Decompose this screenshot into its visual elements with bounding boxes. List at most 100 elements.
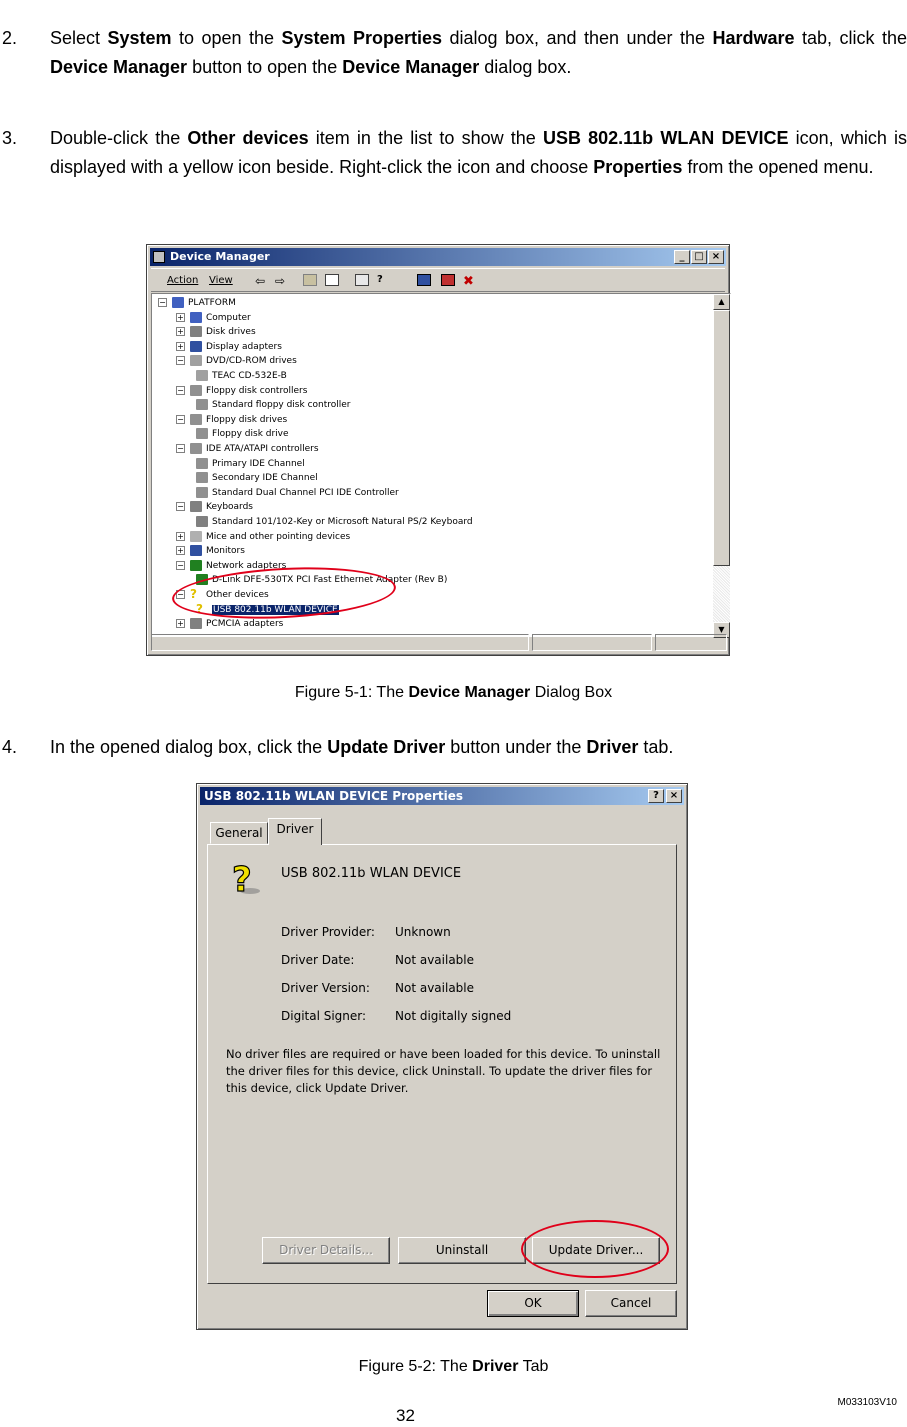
show-hide-tree-icon[interactable] bbox=[325, 274, 339, 286]
expand-icon[interactable]: + bbox=[176, 619, 185, 629]
tree-item[interactable]: − Floppy disk controllers bbox=[176, 384, 307, 398]
collapse-icon[interactable]: − bbox=[176, 414, 185, 424]
collapse-icon[interactable]: − bbox=[158, 298, 167, 307]
cancel-button[interactable]: Cancel bbox=[585, 1290, 677, 1317]
tree-item[interactable]: Secondary IDE Channel bbox=[196, 471, 318, 485]
properties-icon[interactable] bbox=[355, 274, 369, 286]
field-value: Not available bbox=[395, 981, 475, 995]
expand-icon[interactable]: + bbox=[176, 327, 185, 337]
back-arrow-icon[interactable]: ⇦ bbox=[255, 274, 269, 288]
uninstall-button[interactable]: Uninstall bbox=[398, 1237, 526, 1264]
caption-text: Figure 5-1: The bbox=[294, 684, 409, 701]
floppy-icon bbox=[196, 428, 208, 440]
unknown-device-icon: ? bbox=[228, 859, 262, 901]
help-button[interactable]: ? bbox=[648, 789, 664, 803]
status-pane bbox=[151, 634, 529, 651]
tree-item[interactable]: − PLATFORM bbox=[158, 296, 236, 310]
monitor-icon bbox=[190, 545, 202, 557]
message-line: this device, click Update Driver. bbox=[226, 1081, 409, 1095]
tree-item[interactable]: Standard Dual Channel PCI IDE Controller bbox=[196, 486, 399, 500]
field-label: Driver Version: bbox=[281, 981, 370, 995]
tree-item[interactable]: + Display adapters bbox=[176, 340, 282, 354]
figure-1-caption: Figure 5-1: The Device Manager Dialog Bo… bbox=[0, 684, 907, 702]
menu-view[interactable]: View bbox=[209, 275, 233, 286]
tree-item[interactable]: + Monitors bbox=[176, 544, 245, 558]
vertical-scrollbar[interactable]: ▲ ▼ bbox=[713, 294, 730, 638]
collapse-icon[interactable]: − bbox=[176, 560, 185, 570]
field-label: Driver Provider: bbox=[281, 925, 375, 939]
driver-tab-panel: ? USB 802.11b WLAN DEVICE Driver Provide… bbox=[207, 844, 677, 1284]
close-button[interactable]: × bbox=[708, 250, 724, 264]
cdrom-icon bbox=[190, 355, 202, 367]
tree-item-label: Secondary IDE Channel bbox=[212, 473, 318, 484]
scroll-up-arrow-icon[interactable]: ▲ bbox=[713, 294, 730, 310]
expand-icon[interactable]: + bbox=[176, 531, 185, 541]
controller-icon bbox=[196, 472, 208, 484]
document-code: M033103V10 bbox=[837, 1397, 898, 1408]
collapse-icon[interactable]: − bbox=[176, 502, 185, 512]
tree-item[interactable]: TEAC CD-532E-B bbox=[196, 369, 287, 383]
window-title: USB 802.11b WLAN DEVICE Properties bbox=[204, 789, 464, 803]
disk-icon bbox=[190, 326, 202, 338]
tree-item[interactable]: Floppy disk drive bbox=[196, 427, 289, 441]
collapse-icon[interactable]: − bbox=[176, 356, 185, 366]
device-name: USB 802.11b WLAN DEVICE bbox=[281, 866, 462, 881]
tree-item[interactable]: Standard 101/102-Key or Microsoft Natura… bbox=[196, 515, 473, 529]
caption-text: Tab bbox=[518, 1358, 549, 1375]
caption-bold: Device Manager bbox=[408, 684, 531, 701]
tree-item[interactable]: + Computer bbox=[176, 311, 251, 325]
controller-icon bbox=[196, 486, 208, 498]
network-icon bbox=[190, 559, 202, 571]
ok-button[interactable]: OK bbox=[487, 1290, 579, 1317]
tree-item[interactable]: − DVD/CD-ROM drives bbox=[176, 354, 297, 368]
collapse-icon[interactable]: − bbox=[176, 444, 185, 453]
tab-driver[interactable]: Driver bbox=[268, 818, 322, 845]
step-bold-term: Device Manager bbox=[50, 57, 188, 77]
step-3: 3. Double-click the Other devices item i… bbox=[0, 124, 907, 224]
scroll-thumb[interactable] bbox=[713, 310, 730, 566]
up-folder-icon[interactable] bbox=[303, 274, 317, 286]
step-4: 4. In the opened dialog box, click the U… bbox=[0, 733, 907, 763]
tree-item[interactable]: − Keyboards bbox=[176, 500, 253, 514]
driver-details-button[interactable]: Driver Details... bbox=[262, 1237, 390, 1264]
close-button[interactable]: × bbox=[666, 789, 682, 803]
disable-device-icon[interactable] bbox=[441, 274, 455, 286]
tree-item[interactable]: + Mice and other pointing devices bbox=[176, 530, 350, 544]
help-icon[interactable]: ? bbox=[377, 274, 391, 286]
minimize-button[interactable]: _ bbox=[674, 250, 690, 264]
highlight-circle bbox=[521, 1220, 669, 1278]
keyboard-icon bbox=[190, 501, 202, 513]
step-number: 3. bbox=[2, 128, 18, 148]
menu-action[interactable]: Action bbox=[167, 275, 198, 286]
tree-item[interactable]: + Disk drives bbox=[176, 325, 256, 339]
step-text: In the opened dialog box, click the Upda… bbox=[50, 737, 674, 757]
expand-icon[interactable]: + bbox=[176, 341, 185, 351]
step-bold-term: Device Manager bbox=[342, 57, 480, 77]
tree-item[interactable]: − IDE ATA/ATAPI controllers bbox=[176, 442, 319, 456]
tree-item-label: PLATFORM bbox=[188, 298, 236, 308]
step-bold-term: Properties bbox=[593, 157, 683, 177]
tree-item[interactable]: − Floppy disk drives bbox=[176, 413, 287, 427]
tree-item-label: Floppy disk drive bbox=[212, 429, 289, 440]
field-value: Unknown bbox=[395, 925, 451, 939]
collapse-icon[interactable]: − bbox=[176, 385, 185, 395]
tree-item[interactable]: Primary IDE Channel bbox=[196, 457, 305, 471]
uninstall-device-icon[interactable]: ✖ bbox=[463, 274, 477, 289]
status-pane bbox=[655, 634, 727, 651]
tree-item-label: Keyboards bbox=[206, 502, 253, 513]
tree-item[interactable]: + PCMCIA adapters bbox=[176, 617, 283, 631]
step-bold-term: Other devices bbox=[187, 128, 309, 148]
tree-item-label: Standard Dual Channel PCI IDE Controller bbox=[212, 487, 399, 498]
maximize-button[interactable]: □ bbox=[691, 250, 707, 264]
tab-general[interactable]: General bbox=[210, 822, 268, 844]
scan-hardware-icon[interactable] bbox=[417, 274, 431, 286]
expand-icon[interactable]: + bbox=[176, 546, 185, 556]
forward-arrow-icon[interactable]: ⇨ bbox=[275, 274, 289, 288]
cdrom-icon bbox=[196, 370, 208, 381]
computer-icon bbox=[190, 311, 202, 323]
expand-icon[interactable]: + bbox=[176, 312, 185, 322]
tree-item[interactable]: Standard floppy disk controller bbox=[196, 398, 351, 412]
message-line: No driver files are required or have bee… bbox=[226, 1047, 661, 1061]
step-bold-term: Hardware bbox=[712, 28, 795, 48]
tree-item-label: Mice and other pointing devices bbox=[206, 531, 351, 542]
